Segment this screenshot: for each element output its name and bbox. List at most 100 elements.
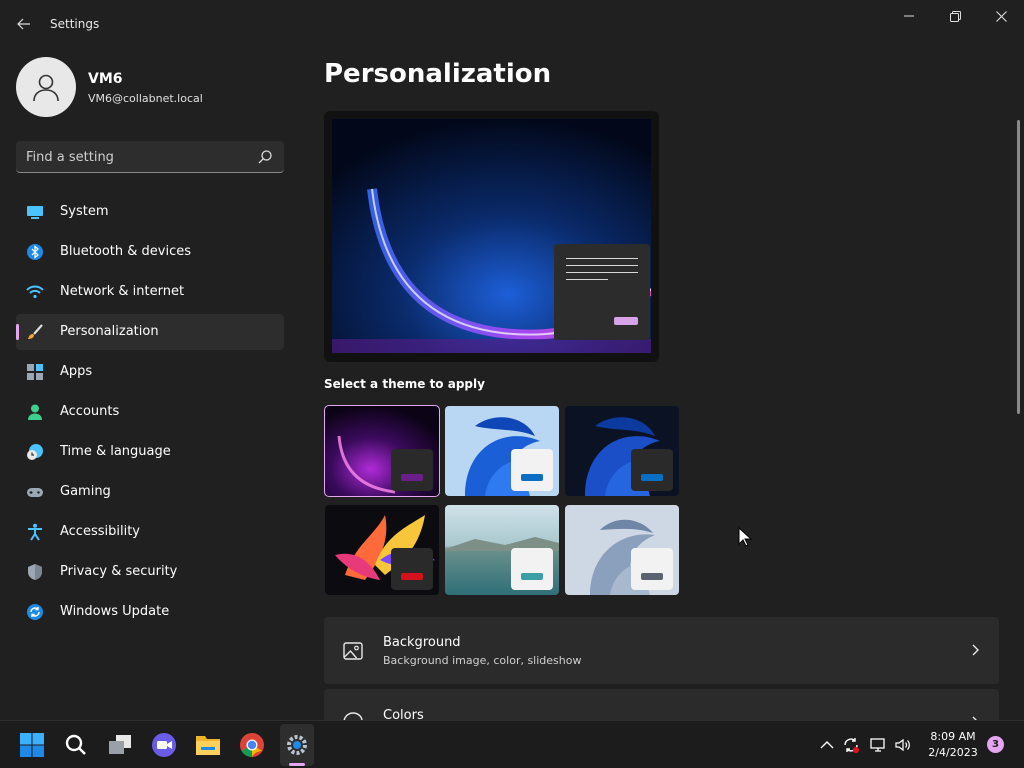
task-view-icon xyxy=(109,735,131,754)
preview-button xyxy=(614,317,638,325)
shield-icon xyxy=(28,564,42,580)
chrome-button[interactable] xyxy=(238,731,266,759)
close-icon xyxy=(995,10,1007,22)
theme-preview xyxy=(324,111,659,362)
title-bar: Settings xyxy=(0,0,1024,48)
sidebar-item-label: Privacy & security xyxy=(60,564,178,579)
content-scrollbar[interactable] xyxy=(1017,120,1020,414)
wifi-icon xyxy=(26,285,44,299)
taskbar-search-button[interactable] xyxy=(62,731,90,759)
sidebar-item-bluetooth[interactable]: Bluetooth & devices xyxy=(16,234,284,270)
clock-globe-icon xyxy=(27,444,43,460)
settings-taskbar-button[interactable] xyxy=(283,731,311,759)
theme-window-badge xyxy=(631,449,673,491)
sidebar-item-label: System xyxy=(60,204,109,219)
sidebar-item-label: Apps xyxy=(60,364,93,379)
preview-window-mock xyxy=(554,244,650,340)
chat-button[interactable] xyxy=(150,731,178,759)
volume-icon[interactable] xyxy=(894,736,912,754)
theme-accent-bar xyxy=(521,573,543,580)
search-icon xyxy=(65,734,86,755)
search-icon[interactable] xyxy=(256,148,274,166)
app-title: Settings xyxy=(50,17,100,31)
image-icon xyxy=(343,642,363,660)
card-title: Colors xyxy=(383,708,424,720)
theme-sunrise-lake[interactable] xyxy=(445,505,559,595)
sidebar-item-label: Windows Update xyxy=(60,604,170,619)
sidebar-item-accessibility[interactable]: Accessibility xyxy=(16,514,284,550)
restore-icon xyxy=(949,10,961,22)
desktop-preview xyxy=(332,119,651,353)
mouse-cursor-icon xyxy=(738,527,752,547)
person-icon xyxy=(28,404,42,420)
user-name: VM6 xyxy=(88,71,123,87)
card-subtitle: Background image, color, slideshow xyxy=(383,654,582,667)
gamepad-icon xyxy=(27,488,43,497)
theme-captured-motion[interactable] xyxy=(325,505,439,595)
preview-line xyxy=(566,265,638,266)
card-title: Background xyxy=(383,635,461,650)
minimize-button[interactable] xyxy=(886,0,932,32)
search-input[interactable] xyxy=(26,147,246,167)
theme-accent-bar xyxy=(521,474,543,481)
sidebar-item-system[interactable]: System xyxy=(16,194,284,230)
sidebar-item-privacy[interactable]: Privacy & security xyxy=(16,554,284,590)
theme-bloom-dark[interactable] xyxy=(565,406,679,496)
task-view-button[interactable] xyxy=(106,731,134,759)
accessibility-icon xyxy=(28,523,42,541)
chevron-up-icon[interactable] xyxy=(818,736,836,754)
sidebar-item-personalization[interactable]: Personalization xyxy=(16,314,284,350)
restore-button[interactable] xyxy=(932,0,978,32)
clock-time[interactable]: 8:09 AM xyxy=(922,730,984,743)
background-setting-card[interactable]: Background Background image, color, slid… xyxy=(324,617,999,684)
user-icon xyxy=(33,74,59,102)
active-app-indicator xyxy=(289,763,305,766)
monitor-icon xyxy=(27,206,43,219)
theme-accent-bar xyxy=(401,573,423,580)
sidebar-item-apps[interactable]: Apps xyxy=(16,354,284,390)
sidebar-item-windows-update[interactable]: Windows Update xyxy=(16,594,284,630)
sidebar-item-time-language[interactable]: Time & language xyxy=(16,434,284,470)
sidebar-item-label: Bluetooth & devices xyxy=(60,244,191,259)
teams-chat-icon xyxy=(152,733,176,757)
clock-date[interactable]: 2/4/2023 xyxy=(922,746,984,759)
sidebar-item-label: Network & internet xyxy=(60,284,185,299)
colors-setting-card[interactable]: Colors xyxy=(324,689,999,720)
theme-flow[interactable] xyxy=(565,505,679,595)
theme-bloom-light[interactable] xyxy=(445,406,559,496)
update-icon xyxy=(27,604,43,620)
theme-accent-bar xyxy=(641,573,663,580)
sidebar-item-label: Accounts xyxy=(60,404,120,419)
sidebar-item-label: Gaming xyxy=(60,484,111,499)
avatar[interactable] xyxy=(16,57,76,117)
settings-icon xyxy=(287,735,307,755)
network-icon[interactable] xyxy=(869,736,887,754)
user-email: VM6@collabnet.local xyxy=(88,92,203,105)
sidebar-item-label: Personalization xyxy=(60,324,159,339)
close-button[interactable] xyxy=(978,0,1024,32)
preview-line xyxy=(566,279,608,280)
sidebar-item-gaming[interactable]: Gaming xyxy=(16,474,284,510)
apps-icon xyxy=(27,364,43,380)
sidebar-item-network[interactable]: Network & internet xyxy=(16,274,284,310)
windows-start-icon xyxy=(20,733,44,757)
sync-icon[interactable] xyxy=(842,736,860,754)
file-explorer-button[interactable] xyxy=(194,731,222,759)
bluetooth-icon xyxy=(27,244,43,260)
preview-line xyxy=(566,258,638,259)
brush-icon xyxy=(28,324,43,339)
palette-icon xyxy=(343,712,363,720)
chrome-icon xyxy=(240,733,264,757)
file-explorer-icon xyxy=(196,736,220,755)
back-button[interactable] xyxy=(10,12,38,36)
theme-window-badge xyxy=(391,449,433,491)
minimize-icon xyxy=(904,15,914,17)
search-box[interactable] xyxy=(16,141,284,173)
page-title: Personalization xyxy=(324,59,552,89)
sidebar-item-accounts[interactable]: Accounts xyxy=(16,394,284,430)
start-button[interactable] xyxy=(18,731,46,759)
theme-glow-dark[interactable] xyxy=(324,405,440,497)
taskbar: 8:09 AM 2/4/2023 3 xyxy=(0,720,1024,768)
sidebar-item-label: Accessibility xyxy=(60,524,140,539)
notification-badge[interactable]: 3 xyxy=(987,736,1004,753)
